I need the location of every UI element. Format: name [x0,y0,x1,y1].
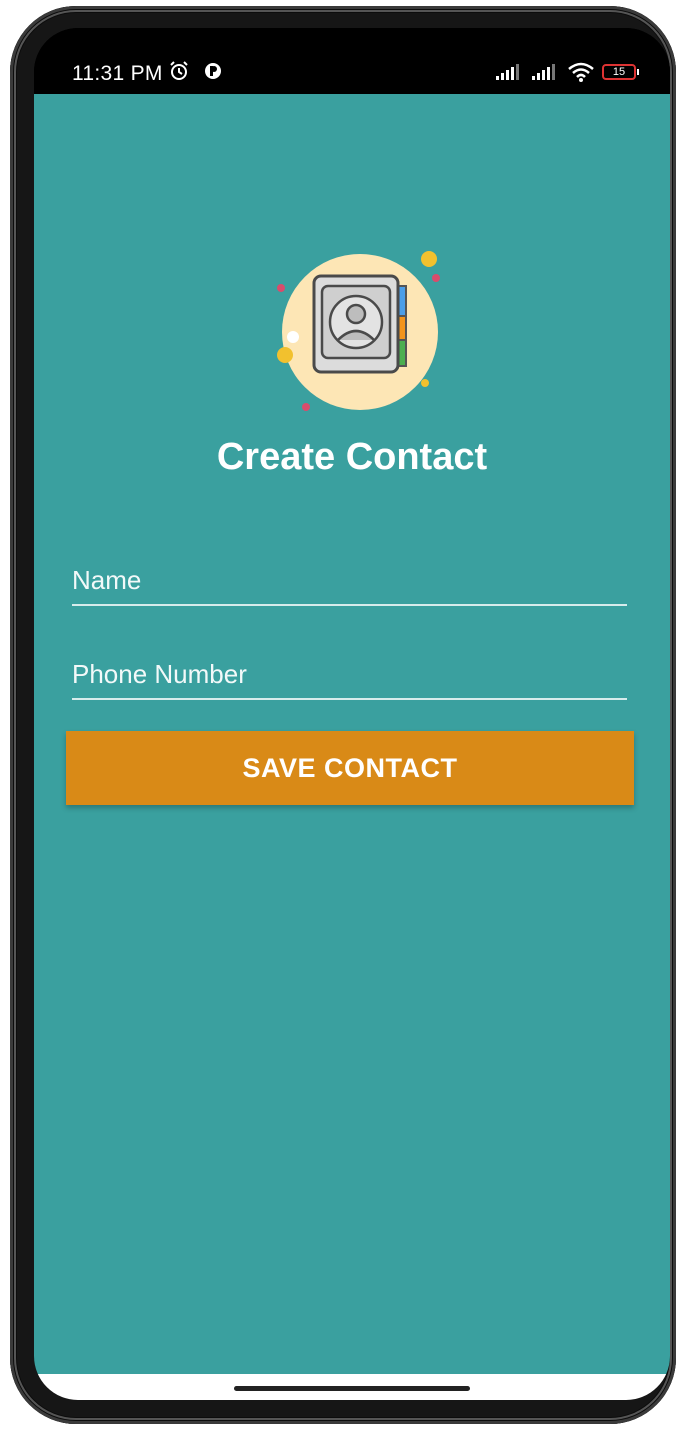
alarm-icon [170,61,188,80]
create-contact-screen: Create Contact SAVE CONTACT [34,94,670,1376]
home-indicator[interactable] [234,1386,470,1391]
name-field[interactable] [72,558,627,606]
battery-icon: 15 [602,64,639,80]
page-title: Create Contact [216,436,488,478]
device-screen: 11:31 PM 15 Create Contact Name Phone Nu… [34,28,670,1400]
contact-book-icon [277,251,440,411]
save-contact-button[interactable]: SAVE CONTACT [66,731,634,805]
phone-frame: 11:31 PM 15 Create Contact Name Phone Nu… [10,6,676,1424]
navigation-bar [34,1374,670,1400]
signal-icon [496,64,519,80]
wifi-icon [568,62,594,82]
battery-level: 15 [612,66,626,78]
status-bar: 11:31 PM 15 [34,28,670,94]
app-notification-icon [205,63,221,79]
status-right-group: 15 [496,60,639,84]
phone-number-field[interactable] [72,652,627,700]
signal-icon [532,64,555,80]
name-input[interactable] [72,558,627,602]
phone-number-input[interactable] [72,652,627,696]
status-time: 11:31 PM [72,62,163,85]
